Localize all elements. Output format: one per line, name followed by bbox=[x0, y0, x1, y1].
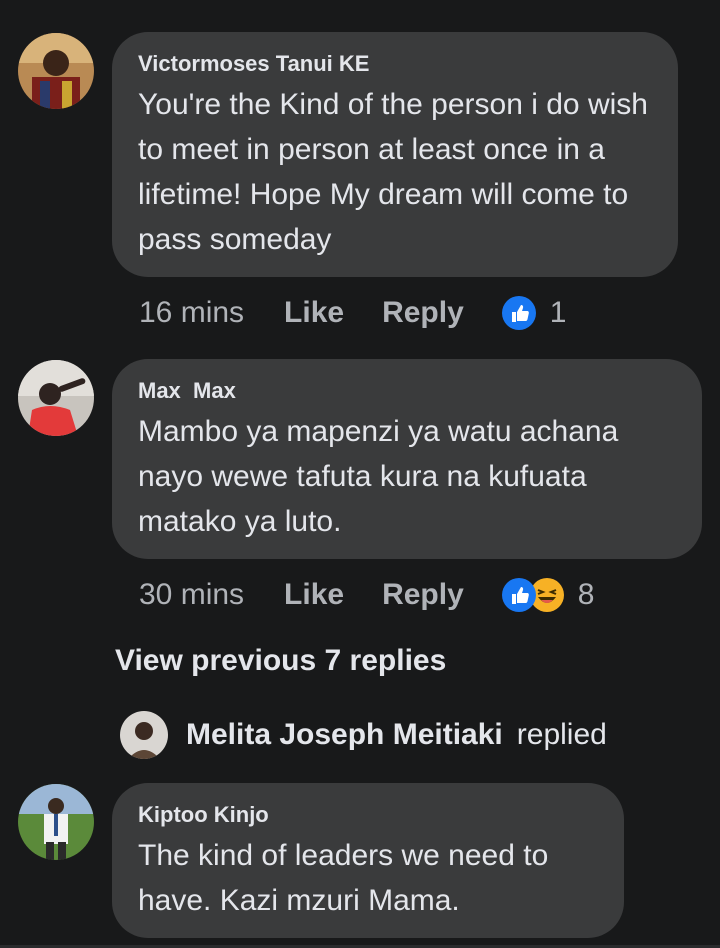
avatar-kiptoo[interactable] bbox=[18, 784, 94, 860]
reply-preview[interactable]: Melita Joseph Meitiaki replied bbox=[120, 711, 607, 759]
comment-author[interactable]: Max Max bbox=[138, 377, 676, 405]
comment-bubble: Kiptoo Kinjo The kind of leaders we need… bbox=[112, 783, 624, 938]
comment-author[interactable]: Victormoses Tanui KE bbox=[138, 50, 652, 78]
comment-text: Mambo ya mapenzi ya watu achana nayo wew… bbox=[138, 415, 619, 538]
reaction-count: 8 bbox=[577, 578, 595, 611]
avatar-max[interactable] bbox=[18, 360, 94, 436]
reaction-count: 1 bbox=[549, 296, 567, 329]
avatar-victormoses[interactable] bbox=[18, 33, 94, 109]
view-previous-replies-link[interactable]: View previous 7 replies bbox=[115, 644, 446, 678]
like-button[interactable]: Like bbox=[284, 296, 344, 330]
avatar-melita[interactable] bbox=[120, 711, 168, 759]
comment-timestamp[interactable]: 16 mins bbox=[139, 296, 244, 330]
comment-timestamp[interactable]: 30 mins bbox=[139, 578, 244, 612]
comment-bubble: Max Max Mambo ya mapenzi ya watu achana … bbox=[112, 359, 702, 559]
comment-text: The kind of leaders we need to have. Kaz… bbox=[138, 839, 549, 917]
comment-actions: 16 mins Like Reply 1 bbox=[139, 293, 566, 333]
like-icon bbox=[501, 296, 536, 330]
comment-author[interactable]: Kiptoo Kinjo bbox=[138, 801, 598, 829]
reactions-summary[interactable]: 1 bbox=[501, 296, 567, 330]
like-icon bbox=[501, 578, 536, 612]
reply-verb: replied bbox=[516, 718, 607, 751]
reply-button[interactable]: Reply bbox=[382, 296, 464, 330]
reactions-summary[interactable]: 8 bbox=[501, 578, 595, 612]
comment-bubble: Victormoses Tanui KE You're the Kind of … bbox=[112, 32, 678, 277]
like-button[interactable]: Like bbox=[284, 578, 344, 612]
comment-text: You're the Kind of the person i do wish … bbox=[138, 88, 648, 256]
reply-author-name: Melita Joseph Meitiaki bbox=[186, 718, 503, 751]
reply-button[interactable]: Reply bbox=[382, 578, 464, 612]
comment-actions: 30 mins Like Reply 8 bbox=[139, 575, 594, 615]
